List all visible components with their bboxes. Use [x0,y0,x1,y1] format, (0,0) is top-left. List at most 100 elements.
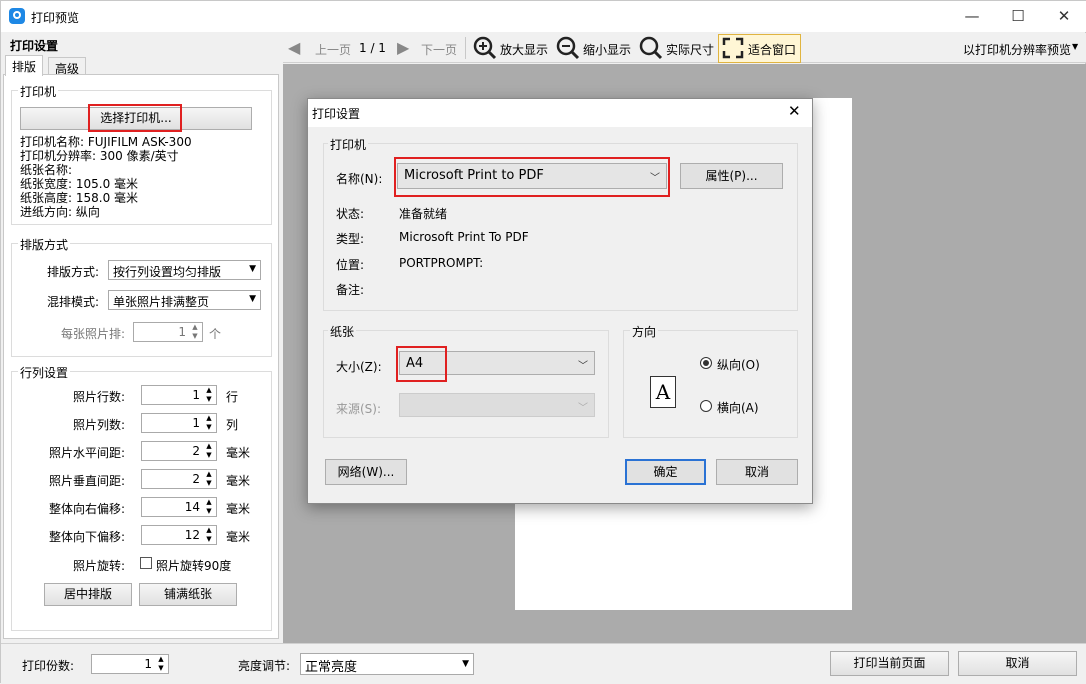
dialog-title: 打印设置 [312,107,361,121]
app-icon [9,8,25,24]
actual-size-button[interactable]: 实际尺寸 [666,41,714,58]
cancel-button[interactable]: 取消 [958,651,1077,676]
printer-name-select[interactable]: Microsoft Print to PDF ﹀ [397,163,667,189]
dropdown-arrow-icon: ▼ [249,294,256,304]
mix-mode-label: 混排模式: [46,295,99,309]
tab-layout[interactable]: 排版 [5,55,44,76]
ok-button[interactable]: 确定 [625,459,706,485]
status-label: 状态: [336,207,365,221]
properties-button[interactable]: 属性(P)... [680,163,783,189]
mix-mode-select[interactable]: 单张照片排满整页 ▼ [108,290,261,310]
center-layout-button[interactable]: 居中排版 [44,583,132,606]
offset-down-unit: 毫米 [226,530,251,544]
spin-arrows-icon[interactable]: ▲ ▼ [204,526,214,544]
dialog-cancel-button[interactable]: 取消 [716,459,798,485]
spin-arrows-icon[interactable]: ▲ ▼ [190,323,200,341]
comment-label: 备注: [336,283,365,297]
mix-mode-value: 单张照片排满整页 [113,295,210,309]
offset-down-spinner[interactable]: 12 ▲ ▼ [141,525,217,545]
network-button[interactable]: 网络(W)... [325,459,407,485]
printer-name-info: 打印机名称: FUJIFILM ASK-300 [20,135,192,149]
copies-value: 1 [144,657,152,671]
brightness-value: 正常亮度 [305,660,358,675]
spin-arrows-icon[interactable]: ▲ ▼ [156,655,166,673]
copies-spinner[interactable]: 1 ▲ ▼ [91,654,169,674]
offset-right-value: 14 [184,500,200,514]
orientation-group-label: 方向 [630,323,659,340]
zoom-out-icon[interactable] [556,36,580,60]
close-button[interactable]: ✕ [1041,1,1086,32]
select-printer-button[interactable]: 选择打印机... [20,107,252,130]
zoom-in-icon[interactable] [473,36,497,60]
zoom-in-button[interactable]: 放大显示 [500,41,548,58]
chevron-down-icon[interactable]: ▼ [1072,42,1078,51]
rotate-label: 照片旋转: [72,559,125,573]
print-current-page-button[interactable]: 打印当前页面 [830,651,949,676]
h-spacing-unit: 毫米 [226,446,251,460]
landscape-label[interactable]: 横向(A) [717,399,759,416]
rotate-checkbox[interactable] [140,557,152,569]
panel-title: 打印设置 [10,39,59,53]
per-photo-value: 1 [178,325,186,339]
v-spacing-value: 2 [192,472,200,486]
spin-arrows-icon[interactable]: ▲ ▼ [204,470,214,488]
type-label: 类型: [336,232,365,246]
offset-down-value: 12 [184,528,200,542]
spin-arrows-icon[interactable]: ▲ ▼ [204,414,214,432]
next-page-button[interactable]: 下一页 [421,41,457,58]
prev-arrow-icon[interactable]: ◀ [288,38,300,57]
chevron-down-icon: ﹀ [578,403,588,414]
dialog-title-bar: 打印设置 ✕ [308,99,812,127]
per-photo-spinner[interactable]: 1 ▲ ▼ [133,322,203,342]
h-spacing-spinner[interactable]: 2 ▲ ▼ [141,441,217,461]
layout-mode-select[interactable]: 按行列设置均匀排版 ▼ [108,260,261,280]
preview-mode-select[interactable]: 以打印机分辨率预览 [963,41,1071,58]
dropdown-arrow-icon: ▼ [462,659,469,669]
spin-arrows-icon[interactable]: ▲ ▼ [204,386,214,404]
v-spacing-unit: 毫米 [226,474,251,488]
rows-label: 照片行数: [72,390,125,404]
offset-right-label: 整体向右偏移: [48,502,125,516]
v-spacing-spinner[interactable]: 2 ▲ ▼ [141,469,217,489]
paper-source-select[interactable]: ﹀ [399,393,595,417]
cols-spinner[interactable]: 1 ▲ ▼ [141,413,217,433]
type-value: Microsoft Print To PDF [399,230,529,244]
h-spacing-value: 2 [192,444,200,458]
where-label: 位置: [336,258,365,272]
paper-group [323,330,609,438]
dialog-close-icon[interactable]: ✕ [788,102,801,120]
printer-name-label: 名称(N): [336,172,383,186]
landscape-radio[interactable] [700,400,712,412]
offset-right-spinner[interactable]: 14 ▲ ▼ [141,497,217,517]
spin-arrows-icon[interactable]: ▲ ▼ [204,442,214,460]
zoom-out-button[interactable]: 缩小显示 [583,41,631,58]
fill-paper-button[interactable]: 铺满纸张 [139,583,237,606]
portrait-radio[interactable] [700,357,712,369]
minimize-button[interactable]: — [949,1,995,32]
prev-page-button[interactable]: 上一页 [315,41,351,58]
paper-height-info: 纸张高度: 158.0 毫米 [20,191,139,205]
rotate-checkbox-label[interactable]: 照片旋转90度 [156,557,231,574]
dropdown-arrow-icon: ▼ [249,264,256,274]
paper-size-label: 大小(Z): [336,360,382,374]
portrait-label[interactable]: 纵向(O) [717,356,760,373]
magnifier-icon[interactable] [639,36,663,60]
rows-unit: 行 [226,390,239,404]
rows-value: 1 [192,388,200,402]
maximize-button[interactable]: ☐ [995,1,1041,32]
printer-group-label: 打印机 [18,83,59,100]
fit-window-label: 适合窗口 [748,43,797,57]
cols-unit: 列 [226,418,239,432]
brightness-select[interactable]: 正常亮度 ▼ [300,653,474,675]
spin-arrows-icon[interactable]: ▲ ▼ [204,498,214,516]
chevron-down-icon: ﹀ [650,173,660,184]
cols-value: 1 [192,416,200,430]
rows-spinner[interactable]: 1 ▲ ▼ [141,385,217,405]
print-preview-window: 打印预览 — ☐ ✕ 打印设置 排版 高级 打印机 选择打印机... 打印机名称… [0,0,1086,684]
cols-label: 照片列数: [72,418,125,432]
toolbar-divider [465,37,466,59]
next-arrow-icon[interactable]: ▶ [397,38,409,57]
paper-group-label: 纸张 [328,323,357,340]
paper-width-info: 纸张宽度: 105.0 毫米 [20,177,139,191]
paper-size-select[interactable]: A4 ﹀ [399,351,595,375]
